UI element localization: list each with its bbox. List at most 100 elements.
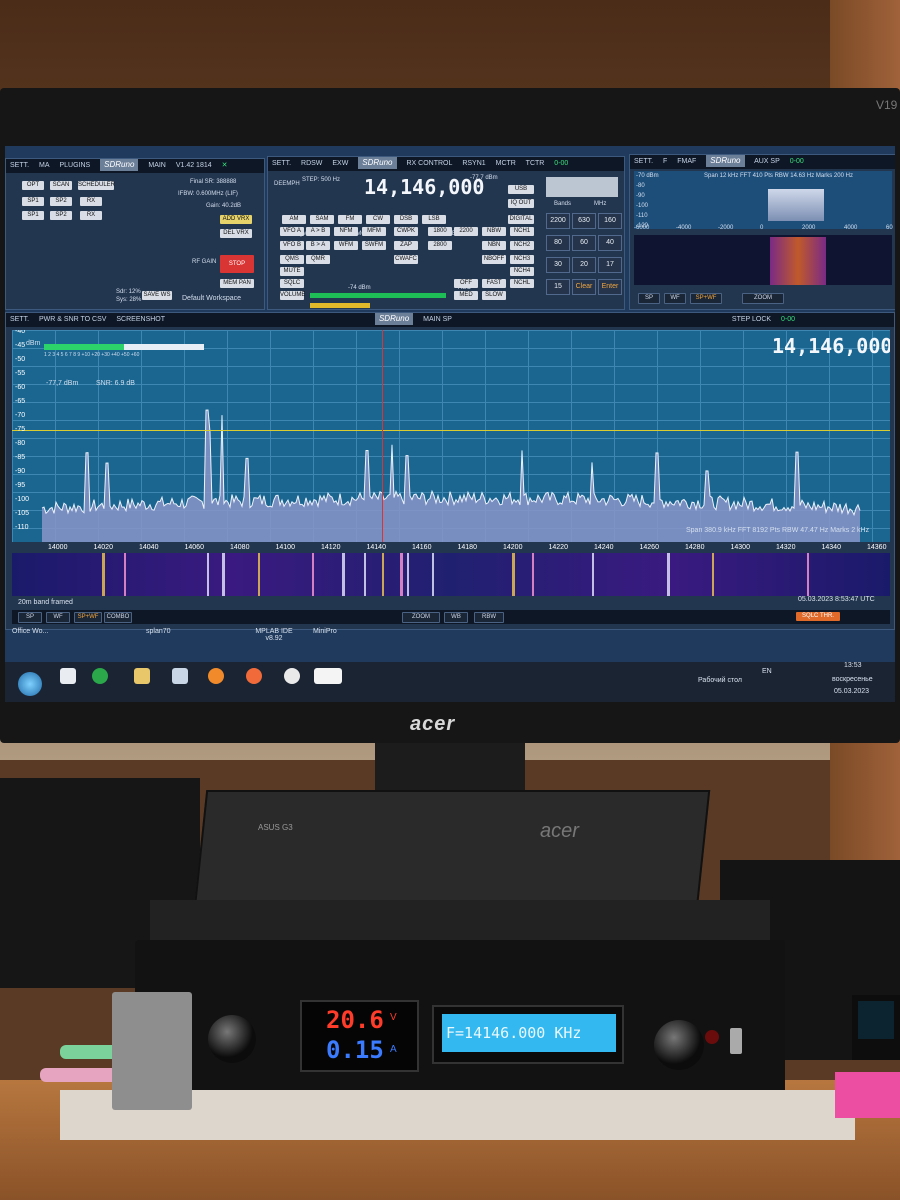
keypad-17[interactable]: 17 <box>598 257 622 273</box>
rx-btn-cwafc[interactable]: CWAFC <box>394 255 418 264</box>
mode-usb-button[interactable]: USB <box>508 185 534 194</box>
mode-am-button[interactable]: AM <box>282 215 306 224</box>
left-knob[interactable] <box>208 1015 256 1063</box>
language-indicator[interactable]: EN <box>762 668 772 675</box>
menu-sett[interactable]: SETT. <box>10 162 29 169</box>
mem-pan-button[interactable]: MEM PAN <box>220 279 254 288</box>
whatsapp-icon[interactable] <box>92 668 108 684</box>
volume-bar[interactable] <box>310 303 370 308</box>
aux-sp-button[interactable]: SP <box>638 293 660 304</box>
desktop-icon-splan[interactable]: splan70 <box>146 628 171 635</box>
keypad-80[interactable]: 80 <box>546 235 570 251</box>
aux-wf-button[interactable]: WF <box>664 293 686 304</box>
sp1-button[interactable]: SP1 <box>22 197 44 206</box>
rx-btn-vfo-b[interactable]: VFO B <box>280 241 304 250</box>
close-icon[interactable]: ✕ <box>222 162 228 169</box>
rx-btn-cwpk[interactable]: CWPK <box>394 227 418 236</box>
rx-btn-nbn[interactable]: NBN <box>482 241 506 250</box>
rx-btn-nfm[interactable]: NFM <box>334 227 358 236</box>
scheduler-button[interactable]: SCHEDULER <box>78 181 115 190</box>
menu-screenshot[interactable]: SCREENSHOT <box>116 316 165 323</box>
yandex-icon[interactable] <box>246 668 262 684</box>
spwf-button[interactable]: SP+WF <box>74 612 102 623</box>
rx-btn-nch1[interactable]: NCH1 <box>510 227 534 236</box>
rx-button[interactable]: RX <box>80 197 102 206</box>
keypad-160[interactable]: 160 <box>598 213 622 229</box>
main-frequency-display[interactable]: 14,146,000 <box>772 334 890 358</box>
rx-btn-2200[interactable]: 2200 <box>454 227 478 236</box>
rx-btn-vfo-a[interactable]: VFO A <box>280 227 304 236</box>
menu-mctr[interactable]: MCTR <box>496 160 516 167</box>
browser-icon[interactable] <box>208 668 224 684</box>
clock-app-icon[interactable] <box>284 668 300 684</box>
rx-btn-fast[interactable]: FAST <box>482 279 506 288</box>
taskbar-time[interactable]: 13:53 <box>844 662 862 669</box>
rx-btn-qms[interactable]: QMS <box>280 255 304 264</box>
rx-btn-nchl[interactable]: NCHL <box>510 279 534 288</box>
tuning-cursor-line[interactable] <box>382 330 383 542</box>
rx-btn-nch2[interactable]: NCH2 <box>510 241 534 250</box>
menu-fmaf[interactable]: FMAF <box>677 158 696 165</box>
mode-fm-button[interactable]: FM <box>338 215 362 224</box>
rx-btn-wfm[interactable]: WFM <box>334 241 358 250</box>
rx-btn-off[interactable]: OFF <box>454 279 478 288</box>
rbw-button[interactable]: RBW <box>474 612 504 623</box>
aux-spectrum-plot[interactable] <box>634 171 892 229</box>
menu-sett[interactable]: SETT. <box>272 160 291 167</box>
rx-button-2[interactable]: RX <box>80 211 102 220</box>
menu-ma[interactable]: MA <box>39 162 50 169</box>
start-button-icon[interactable] <box>18 672 42 696</box>
mode-dsb-button[interactable]: DSB <box>394 215 418 224</box>
tuning-knob[interactable] <box>654 1020 704 1070</box>
keypad-30[interactable]: 30 <box>546 257 570 273</box>
opt-button[interactable]: OPT <box>22 181 44 190</box>
rx-btn-a-b[interactable]: A > B <box>306 227 330 236</box>
rx-btn-sqlc[interactable]: SQLC <box>280 279 304 288</box>
mode-sam-button[interactable]: SAM <box>310 215 334 224</box>
rx-btn-nch3[interactable]: NCH3 <box>510 255 534 264</box>
rx-btn-mute[interactable]: MUTE <box>280 267 304 276</box>
desktop-icon-mplab[interactable]: MPLAB IDE v8.92 <box>248 628 300 642</box>
menu-rdsw[interactable]: RDSW <box>301 160 322 167</box>
squelch-threshold-line[interactable] <box>12 430 890 431</box>
file-explorer-icon[interactable] <box>60 668 76 684</box>
toggle-switch[interactable] <box>730 1028 742 1054</box>
menu-sett[interactable]: SETT. <box>10 316 29 323</box>
menu-pwr-snr-csv[interactable]: PWR & SNR TO CSV <box>39 316 106 323</box>
keypad-enter[interactable]: Enter <box>598 279 622 295</box>
save-ws-button[interactable]: SAVE WS <box>142 291 172 300</box>
add-vrx-button[interactable]: ADD VRX <box>220 215 252 224</box>
sp2-button[interactable]: SP2 <box>50 197 72 206</box>
keypad-60[interactable]: 60 <box>572 235 596 251</box>
rx-btn-med[interactable]: MED <box>454 291 478 300</box>
menu-exw[interactable]: EXW <box>332 160 348 167</box>
notepad-icon[interactable] <box>314 668 342 684</box>
keypad-40[interactable]: 40 <box>598 235 622 251</box>
app-icon[interactable] <box>172 668 188 684</box>
rx-btn-volume[interactable]: VOLUME <box>280 291 305 300</box>
rx-btn-nch4[interactable]: NCH4 <box>510 267 534 276</box>
sp1-button-2[interactable]: SP1 <box>22 211 44 220</box>
desktop-icon-minipro[interactable]: MiniPro <box>313 628 337 635</box>
keypad-15[interactable]: 15 <box>546 279 570 295</box>
rx-btn-qmr[interactable]: QMR <box>306 255 330 264</box>
menu-f[interactable]: F <box>663 158 667 165</box>
desktop-icon-office[interactable]: Office Wo... <box>12 628 48 635</box>
aux-spwf-button[interactable]: SP+WF <box>690 293 722 304</box>
mode-lsb-button[interactable]: LSB <box>422 215 446 224</box>
sp2-button-2[interactable]: SP2 <box>50 211 72 220</box>
rx-btn-nboff[interactable]: NBOFF <box>482 255 506 264</box>
zoom-button[interactable]: ZOOM <box>402 612 440 623</box>
main-waterfall[interactable] <box>12 553 890 596</box>
keypad-630[interactable]: 630 <box>572 213 596 229</box>
mode-digital-button[interactable]: DIGITAL <box>508 215 534 224</box>
aux-zoom-button[interactable]: ZOOM <box>742 293 784 304</box>
rx-btn-swfm[interactable]: SWFM <box>362 241 386 250</box>
rx-btn-slow[interactable]: SLOW <box>482 291 506 300</box>
rx-btn-2800[interactable]: 2800 <box>428 241 452 250</box>
squelch-bar[interactable] <box>310 293 446 298</box>
aux-waterfall[interactable] <box>634 235 892 285</box>
desktop-toolbar-label[interactable]: Рабочий стол <box>698 677 742 684</box>
wf-button[interactable]: WF <box>46 612 70 623</box>
sp-button[interactable]: SP <box>18 612 42 623</box>
